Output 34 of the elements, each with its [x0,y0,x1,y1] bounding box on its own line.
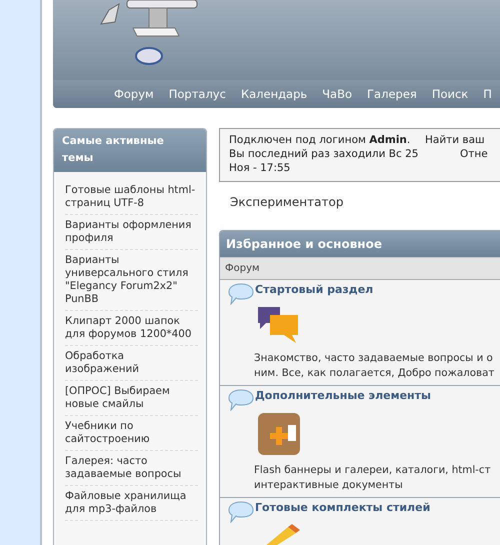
topic-link[interactable]: Клипарт 2000 шапок для форумов 1200*400 [65,311,198,346]
sidebar-title: Самые активные темы [54,129,206,172]
topic-link[interactable]: Обработка изображений [65,346,198,381]
login-status: Подключен под логином Admin. [229,133,412,147]
forum-description: ним. Все, как полагается, Добро пожаловат [254,366,496,381]
column-header: Форум [220,257,500,280]
nav-link[interactable]: Поиск [432,87,468,101]
nav-link[interactable]: П [483,87,492,101]
forum-title-link[interactable]: Дополнительные элементы [255,389,431,402]
user-rank: Экспериментатор [229,194,344,211]
nav-link[interactable]: ЧаВо [322,87,352,101]
nav-link[interactable]: Галерея [367,87,417,101]
forum-title-link[interactable]: Готовые комплекты стилей [255,501,430,514]
last-visit-text: Вы последний раз заходили Вс 25 Ноя - 17:55 [229,147,419,175]
link[interactable]: Отне [425,147,488,161]
nav-link[interactable]: Календарь [240,87,308,101]
topic-link[interactable]: Галерея: часто задаваемые вопросы [65,451,198,486]
forum-title-link[interactable]: Стартовый раздел [255,283,374,296]
category-title: Избранное и основное [220,231,500,257]
forum-description: интерактивные документы [254,478,404,493]
nav-link[interactable]: Порталус [168,87,226,101]
speech-bubble-icon [228,283,254,305]
topic-link[interactable]: [ОПРОС] Выбираем новые смайлы [65,381,198,416]
topic-link[interactable]: Готовые шаблоны html-страниц UTF-8 [65,180,198,215]
topic-link[interactable]: Учебники по сайтостроению [65,416,198,451]
nav-link[interactable]: Форум [114,87,154,101]
speech-bubble-icon [228,501,254,523]
speech-bubble-icon [228,389,254,411]
topic-link[interactable]: Варианты оформления профиля [65,215,198,250]
search-link[interactable]: Найти ваш [425,133,488,147]
topic-link[interactable]: Файловые хранилища для mp3-файлов [65,486,198,521]
forum-description: Знакомство, часто задаваемые вопросы и о [254,351,494,366]
topic-link[interactable]: Варианты универсального стиля "Elegancy Forum2x2" PunBB [65,250,198,311]
forum-description: Flash баннеры и галереи, каталоги, html-ст [254,463,492,478]
